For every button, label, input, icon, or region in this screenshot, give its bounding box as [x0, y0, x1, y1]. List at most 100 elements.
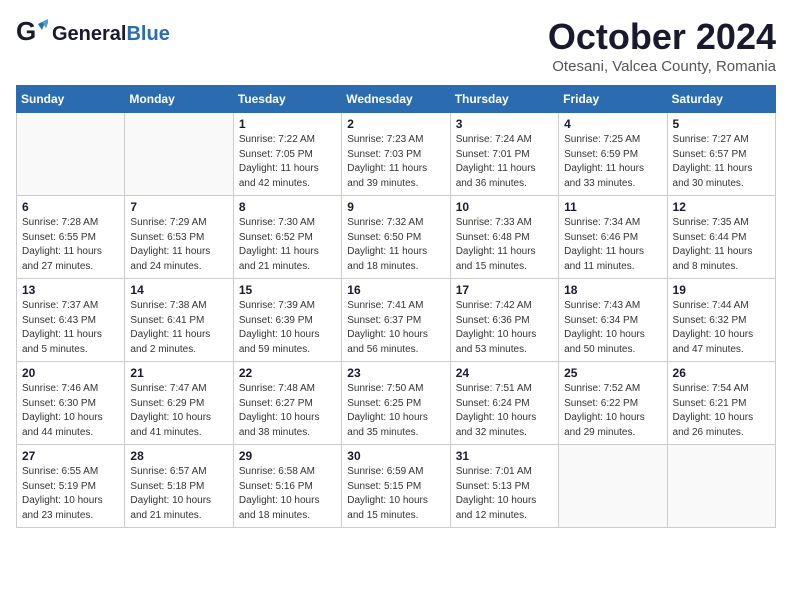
calendar-table: Sunday Monday Tuesday Wednesday Thursday… — [16, 85, 776, 528]
day-number: 1 — [239, 117, 336, 131]
calendar-cell: 22Sunrise: 7:48 AMSunset: 6:27 PMDayligh… — [233, 362, 341, 445]
calendar-cell: 11 Sunrise: 7:34 AMSunset: 6:46 PMDayligh… — [559, 196, 667, 279]
day-info: Sunrise: 6:57 AMSunset: 5:18 PMDaylight:… — [130, 465, 227, 523]
day-info: Sunrise: 7:27 AMSunset: 6:57 PMDaylight:… — [673, 133, 770, 191]
day-number: 19 — [673, 283, 770, 297]
calendar-week-row: 13 Sunrise: 7:37 AMSunset: 6:43 PMDayligh… — [17, 279, 776, 362]
col-sunday: Sunday — [17, 86, 125, 113]
calendar-cell — [125, 113, 233, 196]
day-info: Sunrise: 7:52 AMSunset: 6:22 PMDaylight:… — [564, 382, 661, 440]
day-number: 8 — [239, 200, 336, 214]
calendar-cell: 19 Sunrise: 7:44 AMSunset: 6:32 PMDayligh… — [667, 279, 775, 362]
day-info: Sunrise: 7:29 AMSunset: 6:53 PMDaylight:… — [130, 216, 227, 274]
day-number: 26 — [673, 366, 770, 380]
calendar-cell: 2 Sunrise: 7:23 AMSunset: 7:03 PMDaylight… — [342, 113, 450, 196]
day-info: Sunrise: 7:23 AMSunset: 7:03 PMDaylight:… — [347, 133, 444, 191]
calendar-cell: 3Sunrise: 7:24 AMSunset: 7:01 PMDaylight… — [450, 113, 558, 196]
location-title: Otesani, Valcea County, Romania — [548, 58, 776, 75]
calendar-cell: 7 Sunrise: 7:29 AMSunset: 6:53 PMDaylight… — [125, 196, 233, 279]
calendar-cell: 29Sunrise: 6:58 AMSunset: 5:16 PMDayligh… — [233, 445, 341, 528]
calendar-cell: 31 Sunrise: 7:01 AMSunset: 5:13 PMDayligh… — [450, 445, 558, 528]
day-info: Sunrise: 7:50 AMSunset: 6:25 PMDaylight:… — [347, 382, 444, 440]
calendar-cell: 27 Sunrise: 6:55 AMSunset: 5:19 PMDayligh… — [17, 445, 125, 528]
col-saturday: Saturday — [667, 86, 775, 113]
day-number: 31 — [456, 449, 553, 463]
calendar-cell: 4 Sunrise: 7:25 AMSunset: 6:59 PMDaylight… — [559, 113, 667, 196]
day-info: Sunrise: 7:24 AMSunset: 7:01 PMDaylight:… — [456, 133, 553, 191]
col-tuesday: Tuesday — [233, 86, 341, 113]
day-number: 20 — [22, 366, 119, 380]
day-info: Sunrise: 7:48 AMSunset: 6:27 PMDaylight:… — [239, 382, 336, 440]
day-info: Sunrise: 7:42 AMSunset: 6:36 PMDaylight:… — [456, 299, 553, 357]
day-number: 5 — [673, 117, 770, 131]
logo-icon: G — [16, 16, 48, 53]
calendar-cell: 9 Sunrise: 7:32 AMSunset: 6:50 PMDaylight… — [342, 196, 450, 279]
day-number: 30 — [347, 449, 444, 463]
day-info: Sunrise: 7:39 AMSunset: 6:39 PMDaylight:… — [239, 299, 336, 357]
day-info: Sunrise: 7:34 AMSunset: 6:46 PMDaylight:… — [564, 216, 661, 274]
calendar-cell: 8 Sunrise: 7:30 AMSunset: 6:52 PMDaylight… — [233, 196, 341, 279]
col-thursday: Thursday — [450, 86, 558, 113]
day-info: Sunrise: 6:59 AMSunset: 5:15 PMDaylight:… — [347, 465, 444, 523]
day-number: 21 — [130, 366, 227, 380]
day-info: Sunrise: 7:35 AMSunset: 6:44 PMDaylight:… — [673, 216, 770, 274]
title-area: October 2024 Otesani, Valcea County, Rom… — [548, 16, 776, 75]
day-info: Sunrise: 7:44 AMSunset: 6:32 PMDaylight:… — [673, 299, 770, 357]
calendar-cell — [667, 445, 775, 528]
day-info: Sunrise: 7:54 AMSunset: 6:21 PMDaylight:… — [673, 382, 770, 440]
calendar-week-row: 6 Sunrise: 7:28 AMSunset: 6:55 PMDaylight… — [17, 196, 776, 279]
day-info: Sunrise: 7:38 AMSunset: 6:41 PMDaylight:… — [130, 299, 227, 357]
calendar-cell: 20 Sunrise: 7:46 AMSunset: 6:30 PMDayligh… — [17, 362, 125, 445]
day-number: 24 — [456, 366, 553, 380]
day-number: 28 — [130, 449, 227, 463]
calendar-cell: 18Sunrise: 7:43 AMSunset: 6:34 PMDayligh… — [559, 279, 667, 362]
day-info: Sunrise: 6:55 AMSunset: 5:19 PMDaylight:… — [22, 465, 119, 523]
day-number: 11 — [564, 200, 661, 214]
col-friday: Friday — [559, 86, 667, 113]
calendar-cell: 10 Sunrise: 7:33 AMSunset: 6:48 PMDayligh… — [450, 196, 558, 279]
day-info: Sunrise: 7:01 AMSunset: 5:13 PMDaylight:… — [456, 465, 553, 523]
calendar-week-row: 27 Sunrise: 6:55 AMSunset: 5:19 PMDayligh… — [17, 445, 776, 528]
calendar-cell: 1 Sunrise: 7:22 AMSunset: 7:05 PMDaylight… — [233, 113, 341, 196]
logo: G General Blue — [16, 16, 170, 53]
day-info: Sunrise: 7:30 AMSunset: 6:52 PMDaylight:… — [239, 216, 336, 274]
calendar-week-row: 20 Sunrise: 7:46 AMSunset: 6:30 PMDayligh… — [17, 362, 776, 445]
day-number: 4 — [564, 117, 661, 131]
day-number: 12 — [673, 200, 770, 214]
calendar-cell: 5 Sunrise: 7:27 AMSunset: 6:57 PMDaylight… — [667, 113, 775, 196]
day-info: Sunrise: 7:51 AMSunset: 6:24 PMDaylight:… — [456, 382, 553, 440]
col-wednesday: Wednesday — [342, 86, 450, 113]
day-info: Sunrise: 7:46 AMSunset: 6:30 PMDaylight:… — [22, 382, 119, 440]
day-info: Sunrise: 7:43 AMSunset: 6:34 PMDaylight:… — [564, 299, 661, 357]
day-number: 10 — [456, 200, 553, 214]
calendar-cell: 17Sunrise: 7:42 AMSunset: 6:36 PMDayligh… — [450, 279, 558, 362]
calendar-cell: 13 Sunrise: 7:37 AMSunset: 6:43 PMDayligh… — [17, 279, 125, 362]
day-info: Sunrise: 7:33 AMSunset: 6:48 PMDaylight:… — [456, 216, 553, 274]
calendar-cell: 16Sunrise: 7:41 AMSunset: 6:37 PMDayligh… — [342, 279, 450, 362]
day-number: 2 — [347, 117, 444, 131]
day-number: 13 — [22, 283, 119, 297]
calendar-cell: 25Sunrise: 7:52 AMSunset: 6:22 PMDayligh… — [559, 362, 667, 445]
day-info: Sunrise: 7:28 AMSunset: 6:55 PMDaylight:… — [22, 216, 119, 274]
day-number: 14 — [130, 283, 227, 297]
calendar-cell: 14 Sunrise: 7:38 AMSunset: 6:41 PMDayligh… — [125, 279, 233, 362]
day-number: 9 — [347, 200, 444, 214]
calendar-cell: 26 Sunrise: 7:54 AMSunset: 6:21 PMDayligh… — [667, 362, 775, 445]
day-info: Sunrise: 7:47 AMSunset: 6:29 PMDaylight:… — [130, 382, 227, 440]
calendar-cell: 12 Sunrise: 7:35 AMSunset: 6:44 PMDayligh… — [667, 196, 775, 279]
day-number: 6 — [22, 200, 119, 214]
col-monday: Monday — [125, 86, 233, 113]
day-info: Sunrise: 7:37 AMSunset: 6:43 PMDaylight:… — [22, 299, 119, 357]
day-number: 16 — [347, 283, 444, 297]
day-info: Sunrise: 7:25 AMSunset: 6:59 PMDaylight:… — [564, 133, 661, 191]
logo-blue: Blue — [126, 23, 169, 46]
day-info: Sunrise: 7:22 AMSunset: 7:05 PMDaylight:… — [239, 133, 336, 191]
month-title: October 2024 — [548, 16, 776, 58]
calendar-cell — [559, 445, 667, 528]
day-number: 27 — [22, 449, 119, 463]
calendar-cell: 30 Sunrise: 6:59 AMSunset: 5:15 PMDayligh… — [342, 445, 450, 528]
calendar-cell — [17, 113, 125, 196]
day-number: 7 — [130, 200, 227, 214]
day-info: Sunrise: 7:32 AMSunset: 6:50 PMDaylight:… — [347, 216, 444, 274]
day-info: Sunrise: 6:58 AMSunset: 5:16 PMDaylight:… — [239, 465, 336, 523]
